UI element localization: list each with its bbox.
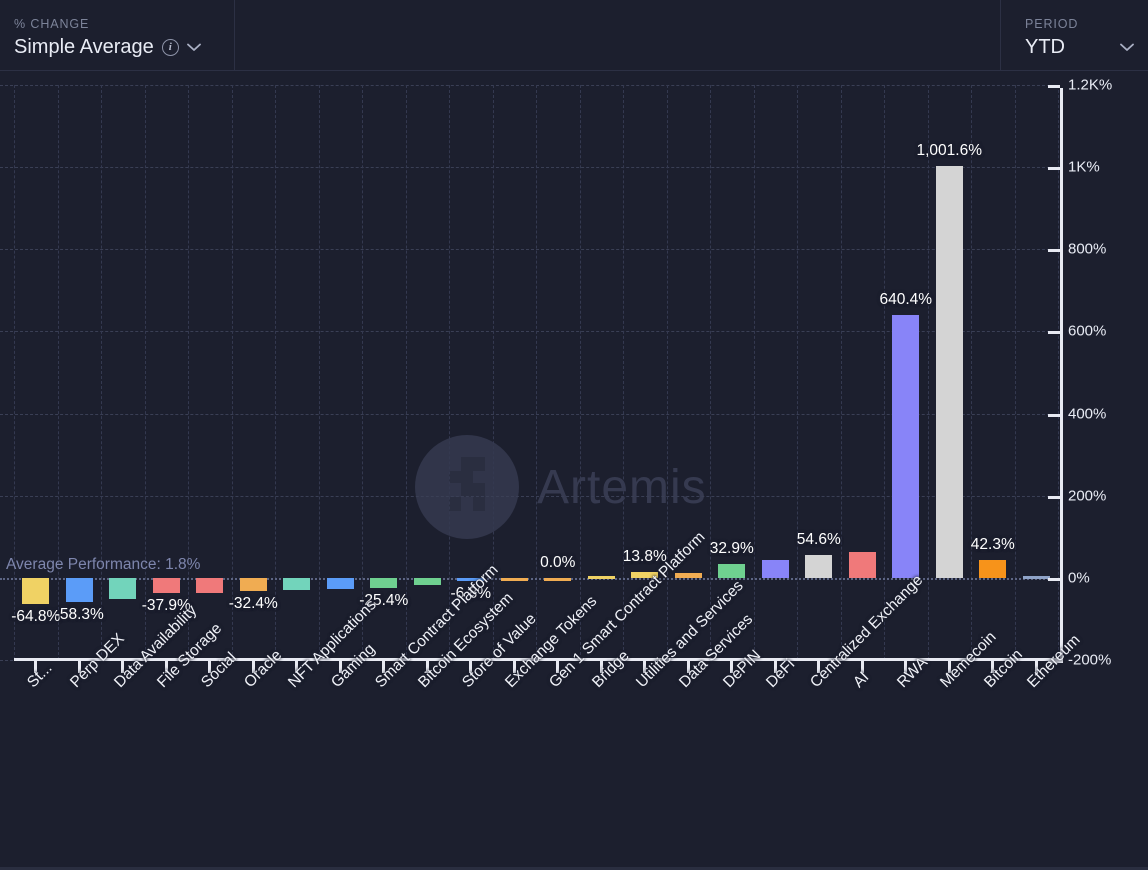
gridline-vertical [449, 85, 450, 660]
bar[interactable] [370, 577, 398, 589]
y-axis-label: -200% [1068, 651, 1112, 669]
gridline-horizontal [0, 85, 1060, 86]
metric-selector-label: % CHANGE [14, 17, 90, 31]
x-axis-label[interactable]: DeFi [763, 656, 799, 692]
bar[interactable] [761, 559, 789, 578]
bar-value-label: 0.0% [540, 553, 576, 571]
bar[interactable] [587, 576, 615, 580]
gridline-vertical [623, 85, 624, 660]
gridline-vertical [536, 85, 537, 660]
y-axis-label: 0% [1068, 569, 1090, 587]
gridline-vertical [275, 85, 276, 660]
period-selector-label: PERIOD [1025, 17, 1079, 31]
y-axis-label: 200% [1068, 487, 1107, 505]
bar[interactable] [979, 560, 1007, 578]
y-axis-tick [1048, 495, 1060, 499]
y-axis-tick [1048, 85, 1060, 88]
bar[interactable] [196, 577, 224, 594]
y-axis-tick [1048, 249, 1060, 253]
bar[interactable] [805, 555, 833, 578]
y-axis-line [1060, 88, 1063, 663]
y-axis-tick [1048, 331, 1060, 335]
chart-toolbar: % CHANGE Simple Average i PERIOD YTD [0, 0, 1148, 71]
gridline-horizontal [0, 249, 1060, 251]
bar[interactable] [718, 564, 746, 578]
bar-value-label: 640.4% [879, 290, 933, 308]
watermark-text: Artemis [537, 460, 707, 514]
bar-value-label: -58.3% [54, 605, 104, 623]
bar[interactable] [22, 577, 50, 605]
gridline-vertical [318, 85, 320, 660]
gridline-vertical [753, 85, 755, 660]
bar[interactable] [109, 577, 137, 599]
gridline-vertical [405, 85, 407, 660]
bar[interactable] [935, 166, 963, 578]
gridline-vertical [362, 85, 363, 660]
bar[interactable] [544, 577, 572, 581]
bar[interactable] [500, 577, 528, 581]
gridline-vertical [710, 85, 711, 660]
y-axis-label: 400% [1068, 405, 1107, 423]
y-axis-tick [1048, 167, 1060, 171]
gridline-vertical [971, 85, 972, 660]
chevron-down-icon[interactable] [1120, 43, 1134, 52]
artemis-glyph [449, 457, 485, 511]
bar[interactable] [65, 577, 93, 602]
chevron-down-icon[interactable] [186, 43, 201, 52]
chart-page: % CHANGE Simple Average i PERIOD YTD Art… [0, 0, 1148, 870]
y-axis-label: 600% [1068, 322, 1107, 340]
info-icon[interactable]: i [161, 39, 179, 56]
metric-selector[interactable]: % CHANGE Simple Average i [0, 0, 235, 70]
period-selector-value: YTD [1025, 36, 1065, 58]
y-axis-tick [1048, 577, 1060, 581]
bar-value-label: 42.3% [970, 536, 1015, 554]
bar-value-label: -32.4% [228, 595, 278, 613]
gridline-vertical [1058, 85, 1059, 660]
metric-selector-value: Simple Average [14, 36, 154, 58]
bar[interactable] [848, 552, 876, 578]
gridline-horizontal [0, 167, 1060, 169]
bar-value-label: -64.8% [11, 608, 61, 626]
bar[interactable] [413, 577, 441, 586]
gridline-vertical [579, 85, 581, 660]
y-axis-label: 1K% [1068, 158, 1100, 176]
gridline-vertical [840, 85, 842, 660]
artemis-logo-icon [415, 435, 519, 539]
gridline-vertical [797, 85, 798, 660]
gridline-vertical [1014, 85, 1016, 660]
bar[interactable] [674, 572, 702, 578]
bar-value-label: 32.9% [709, 540, 754, 558]
average-performance-label: Average Performance: 1.8% [6, 555, 201, 573]
y-axis-tick [1048, 413, 1060, 417]
gridline-vertical [927, 85, 929, 660]
x-axis-label[interactable]: St... [24, 659, 56, 691]
bar-value-label: 1,001.6% [916, 142, 983, 160]
bar[interactable] [239, 577, 267, 592]
x-axis-label[interactable]: AI [850, 669, 873, 692]
bar[interactable] [1022, 576, 1050, 579]
gridline-vertical [231, 85, 233, 660]
bar-value-label: 54.6% [796, 531, 841, 549]
artemis-watermark: Artemis [415, 435, 707, 539]
y-axis-label: 1.2K% [1068, 76, 1113, 94]
period-selector[interactable]: PERIOD YTD [1000, 0, 1148, 70]
bar[interactable] [892, 314, 920, 578]
y-axis-label: 800% [1068, 240, 1107, 258]
bar[interactable] [152, 577, 180, 594]
gridline-vertical [884, 85, 885, 660]
bar[interactable] [326, 577, 354, 590]
bar[interactable] [283, 577, 311, 590]
